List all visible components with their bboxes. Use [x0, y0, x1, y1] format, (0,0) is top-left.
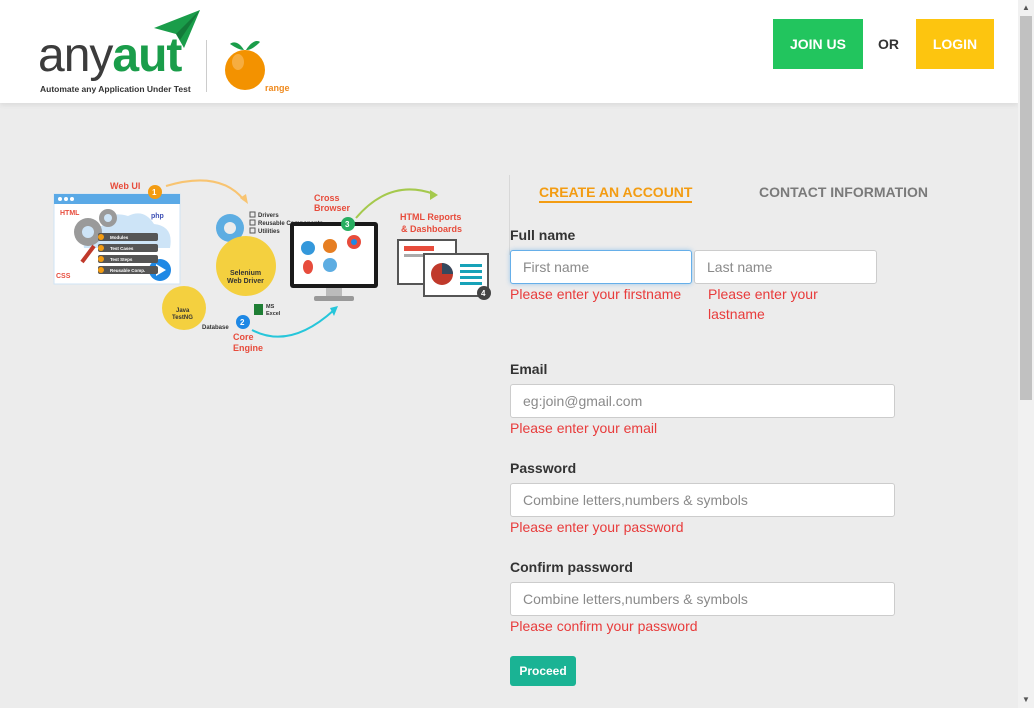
reports-label-2: & Dashboards [401, 224, 462, 234]
paper-plane-icon [154, 10, 200, 48]
selenium-label-1: Selenium [230, 270, 261, 277]
step-2-number: 2 [240, 318, 245, 327]
confirm-password-field[interactable] [510, 582, 895, 616]
ms-label: MS [266, 304, 275, 310]
scrollbar-thumb[interactable] [1020, 16, 1032, 400]
css-label: CSS [56, 273, 71, 280]
list-item-test-steps: Test Steps [110, 257, 133, 262]
password-label: Password [510, 460, 577, 476]
html-report-dashboard-icon [397, 239, 489, 297]
join-us-button[interactable]: JOIN US [773, 19, 863, 69]
list-item-modules: Modules [110, 235, 129, 240]
step-4-number: 4 [481, 289, 486, 298]
login-button[interactable]: LOGIN [916, 19, 994, 69]
list-item-test-cases: Test Cases [110, 246, 134, 251]
java-label: Java [176, 308, 190, 314]
step-web-ui-label: Web UI [110, 181, 140, 191]
cross-label-2: Browser [314, 203, 351, 213]
logo-divider [206, 40, 207, 92]
logo-word-any: any [38, 29, 113, 82]
html-label: HTML [60, 210, 80, 217]
tab-contact-information[interactable]: CONTACT INFORMATION [759, 184, 928, 200]
last-name-input[interactable] [694, 250, 877, 284]
excel-icon [254, 304, 263, 315]
cross-label-1: Cross [314, 193, 340, 203]
scroll-down-arrow-icon[interactable]: ▼ [1018, 692, 1034, 708]
core-label-1: Core [233, 332, 254, 342]
tab-create-account[interactable]: CREATE AN ACCOUNT [539, 184, 693, 203]
step-3-number: 3 [345, 220, 350, 229]
arrow-engine-to-browser [251, 309, 335, 338]
reports-label-1: HTML Reports [400, 212, 461, 222]
core-label-2: Engine [233, 343, 263, 353]
first-name-input[interactable] [510, 250, 692, 284]
list-item-reusable: Reusable Comp. [110, 268, 145, 273]
testng-label: TestNG [172, 315, 193, 321]
cross-browser-monitor-icon [290, 222, 378, 301]
password-error: Please enter your password [510, 519, 684, 535]
first-name-error: Please enter your firstname [510, 286, 682, 302]
logo-tagline: Automate any Application Under Test [40, 84, 191, 94]
selenium-label-2: Web Driver [227, 278, 264, 285]
email-field[interactable] [510, 384, 895, 418]
form-divider [509, 175, 510, 255]
email-error: Please enter your email [510, 420, 658, 436]
php-label: php [151, 213, 164, 220]
confirm-password-error: Please confirm your password [510, 618, 698, 634]
last-name-error-line1: Please enter your [708, 286, 818, 302]
drivers-label: Drivers [258, 213, 279, 219]
database-label: Database [202, 325, 229, 331]
orange-logo-text: range [265, 83, 290, 93]
scroll-up-arrow-icon[interactable]: ▲ [1018, 0, 1034, 16]
full-name-label: Full name [510, 227, 576, 243]
last-name-error-line2: lastname [708, 306, 765, 322]
utilities-label: Utilities [258, 229, 280, 235]
confirm-password-label: Confirm password [510, 559, 633, 575]
anyaut-logo[interactable]: anyaut Automate any Application Under Te… [38, 8, 308, 98]
email-label: Email [510, 361, 548, 377]
proceed-button[interactable]: Proceed [510, 656, 576, 686]
excel-label: Excel [266, 311, 281, 317]
automation-workflow-illustration: HTML CSS php Modules Test Cases Test Ste… [53, 179, 491, 353]
step-1-number: 1 [152, 188, 157, 197]
password-field[interactable] [510, 483, 895, 517]
or-separator: OR [878, 36, 899, 52]
site-header: anyaut Automate any Application Under Te… [0, 0, 1018, 103]
